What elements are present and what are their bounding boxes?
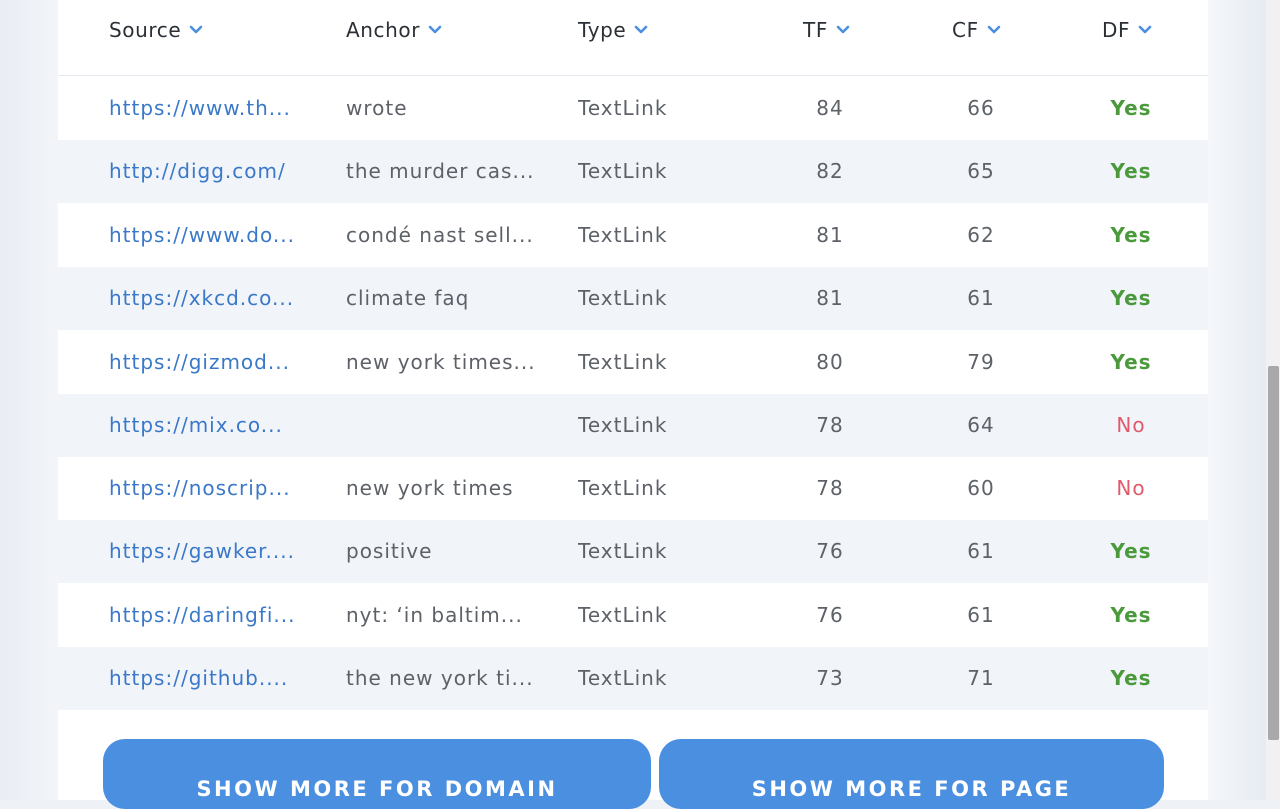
scrollbar-thumb[interactable] — [1268, 366, 1279, 740]
table-row: https://www.do... condé nast sell... Tex… — [58, 204, 1208, 267]
link-type: TextLink — [578, 331, 718, 394]
link-type: TextLink — [578, 647, 718, 710]
source-link[interactable]: https://gawker.... — [109, 520, 319, 583]
link-type: TextLink — [578, 267, 718, 330]
cf-value: 61 — [951, 584, 1011, 647]
df-value: Yes — [1101, 267, 1161, 330]
anchor-text: new york times... — [346, 331, 556, 394]
header-cf-label: CF — [952, 18, 979, 42]
source-link[interactable]: https://mix.co... — [109, 394, 319, 457]
link-type: TextLink — [578, 394, 718, 457]
header-tf-label: TF — [803, 18, 828, 42]
source-link[interactable]: https://xkcd.co... — [109, 267, 319, 330]
anchor-text — [346, 394, 556, 457]
header-tf[interactable]: TF — [803, 18, 850, 42]
table-row: https://www.th... wrote TextLink 84 66 Y… — [58, 77, 1208, 140]
anchor-text: new york times — [346, 457, 556, 520]
df-value: Yes — [1101, 520, 1161, 583]
header-type[interactable]: Type — [578, 18, 648, 42]
page-background-right — [1208, 0, 1268, 800]
cf-value: 61 — [951, 267, 1011, 330]
cf-value: 60 — [951, 457, 1011, 520]
df-value: Yes — [1101, 584, 1161, 647]
source-link[interactable]: https://github.... — [109, 647, 319, 710]
link-type: TextLink — [578, 457, 718, 520]
df-value: Yes — [1101, 647, 1161, 710]
tf-value: 73 — [800, 647, 860, 710]
link-type: TextLink — [578, 520, 718, 583]
source-link[interactable]: https://gizmod... — [109, 331, 319, 394]
chevron-down-icon — [634, 25, 648, 35]
anchor-text: positive — [346, 520, 556, 583]
page-background-left — [0, 0, 60, 800]
table-row: https://github.... the new york ti... Te… — [58, 647, 1208, 710]
header-type-label: Type — [578, 18, 626, 42]
tf-value: 81 — [800, 267, 860, 330]
chevron-down-icon — [836, 25, 850, 35]
chevron-down-icon — [987, 25, 1001, 35]
tf-value: 80 — [800, 331, 860, 394]
chevron-down-icon — [428, 25, 442, 35]
chevron-down-icon — [1138, 25, 1152, 35]
source-link[interactable]: https://www.th... — [109, 77, 319, 140]
header-anchor[interactable]: Anchor — [346, 18, 442, 42]
cf-value: 62 — [951, 204, 1011, 267]
header-df-label: DF — [1102, 18, 1130, 42]
header-source[interactable]: Source — [109, 18, 203, 42]
cf-value: 79 — [951, 331, 1011, 394]
table-header: Source Anchor Type TF CF DF — [58, 0, 1208, 76]
link-type: TextLink — [578, 140, 718, 203]
tf-value: 81 — [800, 204, 860, 267]
df-value: Yes — [1101, 140, 1161, 203]
df-value: No — [1101, 394, 1161, 457]
source-link[interactable]: https://noscrip... — [109, 457, 319, 520]
cf-value: 71 — [951, 647, 1011, 710]
header-anchor-label: Anchor — [346, 18, 420, 42]
table-row: https://xkcd.co... climate faq TextLink … — [58, 267, 1208, 330]
tf-value: 76 — [800, 520, 860, 583]
link-type: TextLink — [578, 77, 718, 140]
tf-value: 84 — [800, 77, 860, 140]
tf-value: 78 — [800, 457, 860, 520]
link-type: TextLink — [578, 584, 718, 647]
table-row: http://digg.com/ the murder cas... TextL… — [58, 140, 1208, 203]
anchor-text: wrote — [346, 77, 556, 140]
cf-value: 66 — [951, 77, 1011, 140]
backlinks-panel: Source Anchor Type TF CF DF https://www.… — [58, 0, 1208, 800]
cf-value: 64 — [951, 394, 1011, 457]
table-row: https://noscrip... new york times TextLi… — [58, 457, 1208, 520]
header-source-label: Source — [109, 18, 181, 42]
anchor-text: condé nast sell... — [346, 204, 556, 267]
source-link[interactable]: https://www.do... — [109, 204, 319, 267]
table-row: https://gawker.... positive TextLink 76 … — [58, 520, 1208, 583]
cf-value: 65 — [951, 140, 1011, 203]
df-value: Yes — [1101, 77, 1161, 140]
anchor-text: the murder cas... — [346, 140, 556, 203]
df-value: Yes — [1101, 331, 1161, 394]
table-row: https://gizmod... new york times... Text… — [58, 331, 1208, 394]
tf-value: 78 — [800, 394, 860, 457]
df-value: No — [1101, 457, 1161, 520]
df-value: Yes — [1101, 204, 1161, 267]
table-row: https://daringfi... nyt: ‘in baltim... T… — [58, 584, 1208, 647]
table-row: https://mix.co... TextLink 78 64 No — [58, 394, 1208, 457]
anchor-text: nyt: ‘in baltim... — [346, 584, 556, 647]
tf-value: 82 — [800, 140, 860, 203]
cf-value: 61 — [951, 520, 1011, 583]
show-more-page-button[interactable]: SHOW MORE FOR PAGE — [659, 739, 1164, 809]
header-cf[interactable]: CF — [952, 18, 1001, 42]
tf-value: 76 — [800, 584, 860, 647]
anchor-text: the new york ti... — [346, 647, 556, 710]
link-type: TextLink — [578, 204, 718, 267]
source-link[interactable]: http://digg.com/ — [109, 140, 319, 203]
source-link[interactable]: https://daringfi... — [109, 584, 319, 647]
show-more-domain-button[interactable]: SHOW MORE FOR DOMAIN — [103, 739, 651, 809]
chevron-down-icon — [189, 25, 203, 35]
anchor-text: climate faq — [346, 267, 556, 330]
header-df[interactable]: DF — [1102, 18, 1152, 42]
